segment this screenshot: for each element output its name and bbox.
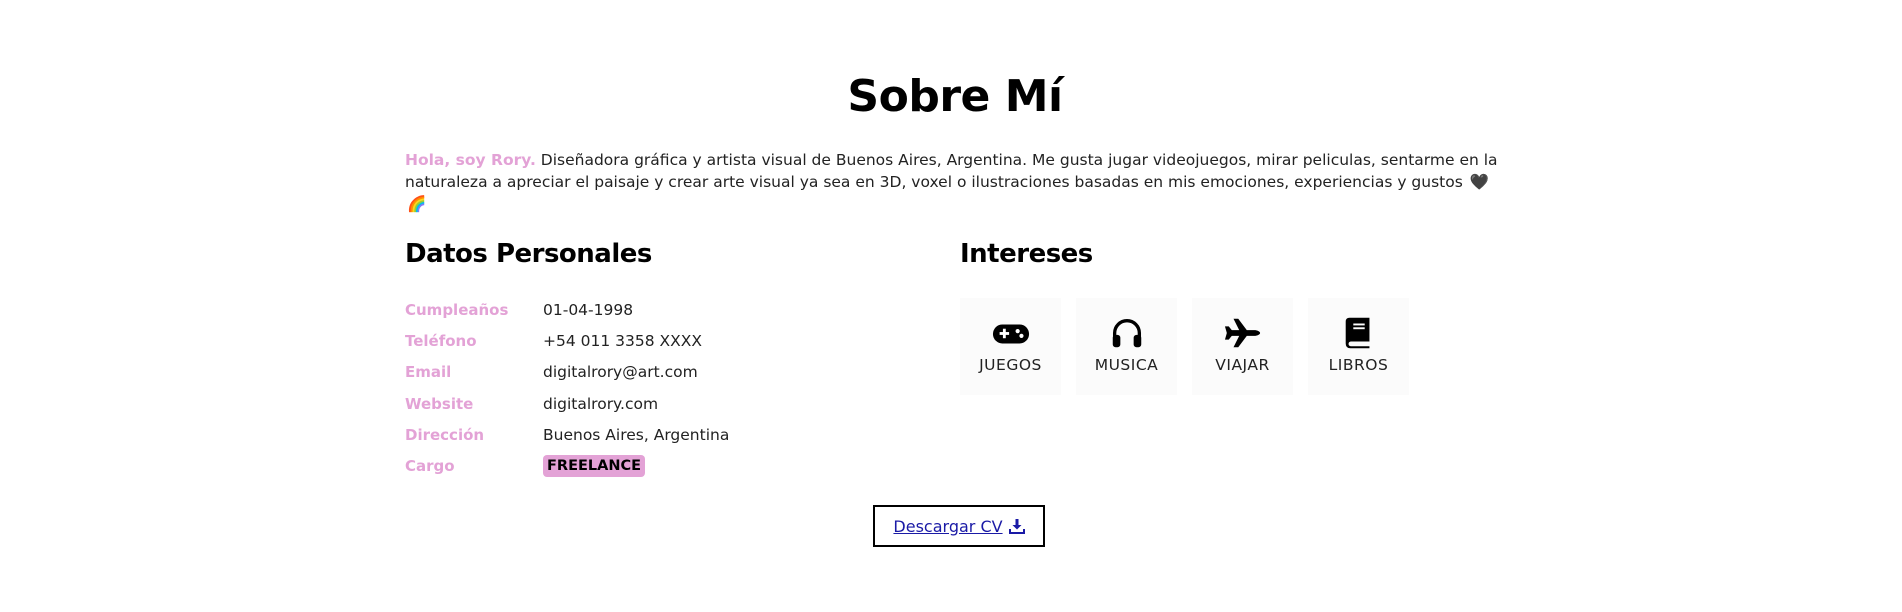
info-row-birthday: Cumpleaños 01-04-1998 — [405, 294, 729, 325]
download-cv-label: Descargar CV — [893, 516, 1003, 536]
interests-heading: Intereses — [960, 239, 1093, 269]
plane-icon — [1224, 318, 1260, 348]
info-row-email: Email digitalrory@art.com — [405, 357, 729, 388]
info-label: Cumpleaños — [405, 300, 509, 319]
interest-label: MUSICA — [1094, 356, 1159, 374]
interest-card-books[interactable]: LIBROS — [1308, 298, 1409, 395]
info-row-phone: Teléfono +54 011 3358 XXXX — [405, 325, 729, 356]
info-value: Buenos Aires, Argentina — [543, 425, 730, 444]
page-title: Sobre Mí — [847, 71, 1063, 122]
interest-card-games[interactable]: JUEGOS — [960, 298, 1061, 395]
interest-card-music[interactable]: MUSICA — [1076, 298, 1177, 395]
interest-label: VIAJAR — [1215, 356, 1270, 374]
intro-text: Diseñadora gráfica y artista visual de B… — [405, 151, 1498, 191]
intro-paragraph: Hola, soy Rory. Diseñadora gráfica y art… — [405, 149, 1505, 215]
interest-label: JUEGOS — [979, 356, 1042, 374]
interest-card-travel[interactable]: VIAJAR — [1192, 298, 1293, 395]
info-value: digitalrory.com — [543, 394, 659, 413]
personal-data-heading: Datos Personales — [405, 239, 652, 269]
info-value: digitalrory@art.com — [543, 363, 698, 382]
info-value: 01-04-1998 — [543, 300, 634, 319]
info-row-address: Dirección Buenos Aires, Argentina — [405, 419, 729, 450]
info-label: Website — [405, 394, 474, 413]
info-label: Email — [405, 363, 452, 382]
info-label: Cargo — [405, 457, 455, 476]
info-value: +54 011 3358 XXXX — [543, 331, 702, 350]
book-icon — [1345, 317, 1369, 349]
intro-greeting: Hola, soy Rory. — [405, 151, 536, 169]
personal-data-list: Cumpleaños 01-04-1998 Teléfono +54 011 3… — [405, 294, 729, 482]
gamepad-icon — [992, 324, 1029, 344]
status-badge: FREELANCE — [543, 455, 646, 478]
headphones-icon — [1112, 318, 1141, 348]
interests-list: JUEGOS MUSICA VIAJAR LIBROS — [960, 298, 1409, 395]
download-icon — [1008, 519, 1025, 534]
rainbow-emoji: 🌈 — [407, 195, 427, 213]
interests-column: Intereses JUEGOS MUSICA VIAJAR LIBROS — [960, 236, 1505, 395]
info-row-role: Cargo FREELANCE — [405, 450, 729, 481]
personal-data-column: Datos Personales Cumpleaños 01-04-1998 T… — [405, 236, 945, 478]
info-label: Teléfono — [405, 331, 477, 350]
info-row-website: Website digitalrory.com — [405, 388, 729, 419]
interest-label: LIBROS — [1328, 356, 1389, 374]
download-cv-button[interactable]: Descargar CV — [873, 505, 1045, 547]
info-label: Dirección — [405, 425, 485, 444]
black-heart-emoji: 🖤 — [1469, 173, 1490, 191]
